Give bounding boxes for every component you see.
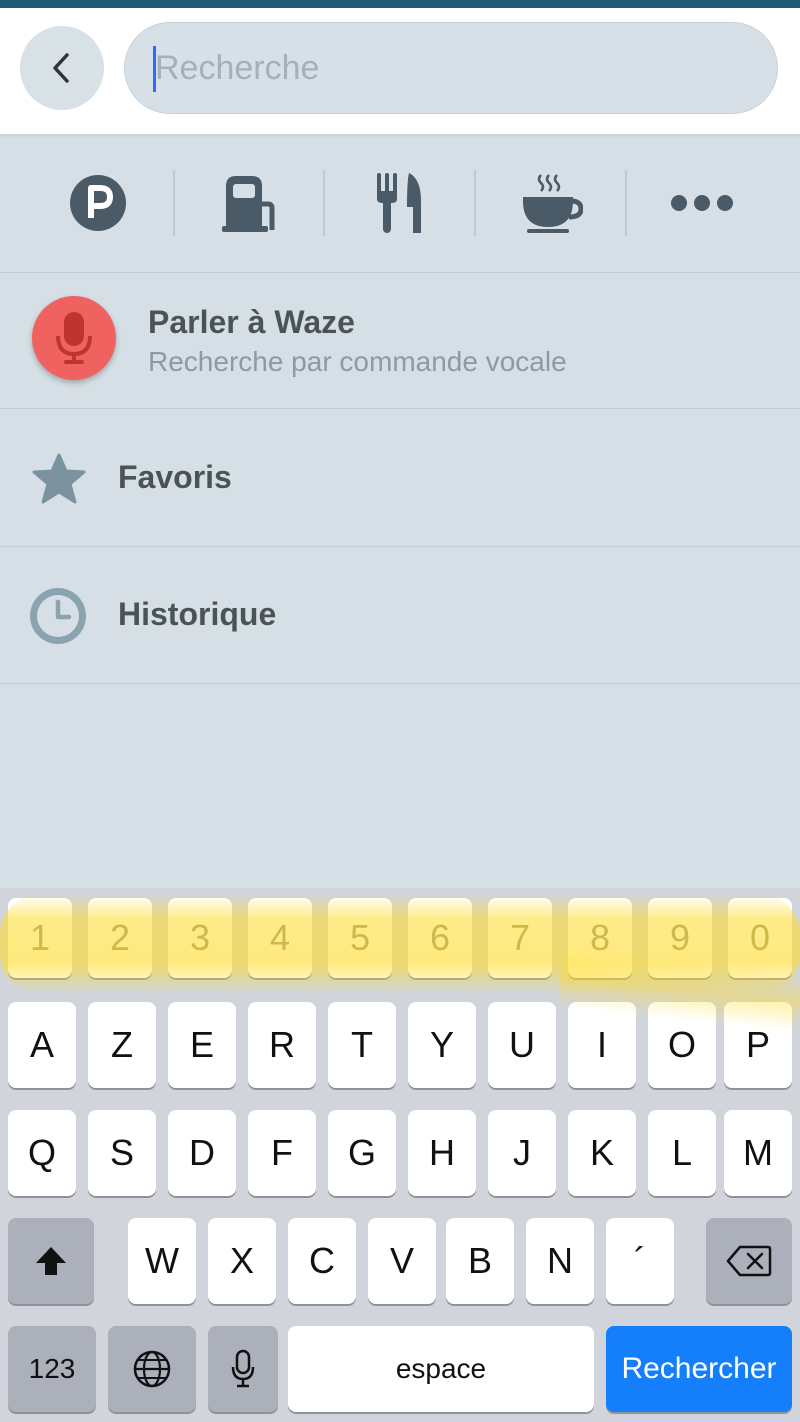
shift-key[interactable]: [8, 1218, 94, 1304]
search-return-key[interactable]: Rechercher: [606, 1326, 792, 1412]
key-z[interactable]: Z: [88, 1002, 156, 1088]
history-row[interactable]: Historique: [0, 546, 800, 684]
key-r[interactable]: R: [248, 1002, 316, 1088]
key-8[interactable]: 8: [568, 898, 632, 978]
category-divider: [474, 170, 476, 236]
key-x[interactable]: X: [208, 1218, 276, 1304]
delete-key[interactable]: [706, 1218, 792, 1304]
key-4[interactable]: 4: [248, 898, 312, 978]
key-a[interactable]: A: [8, 1002, 76, 1088]
category-gas[interactable]: [198, 170, 298, 236]
search-input[interactable]: [155, 23, 735, 113]
key-5[interactable]: 5: [328, 898, 392, 978]
category-food[interactable]: [350, 170, 450, 236]
key-j[interactable]: J: [488, 1110, 556, 1196]
key-t[interactable]: T: [328, 1002, 396, 1088]
category-divider: [625, 170, 627, 236]
voice-search-row[interactable]: Parler à Waze Recherche par commande voc…: [0, 272, 800, 409]
key-b[interactable]: B: [446, 1218, 514, 1304]
voice-title: Parler à Waze: [148, 304, 355, 340]
key-q[interactable]: Q: [8, 1110, 76, 1196]
key-v[interactable]: V: [368, 1218, 436, 1304]
keyboard: 1 2 3 4 5 6 7 8 9 0 A Z E R T Y U I O P …: [0, 888, 800, 1422]
key-7[interactable]: 7: [488, 898, 552, 978]
key-k[interactable]: K: [568, 1110, 636, 1196]
key-u[interactable]: U: [488, 1002, 556, 1088]
key-3[interactable]: 3: [168, 898, 232, 978]
parking-icon: [70, 175, 126, 231]
clock-icon: [30, 588, 86, 644]
category-coffee[interactable]: [502, 170, 602, 236]
search-field[interactable]: [124, 22, 778, 114]
restaurant-icon: [377, 173, 421, 233]
microphone-icon: [231, 1349, 255, 1388]
search-header: [0, 8, 800, 134]
category-parking[interactable]: [48, 170, 148, 236]
key-h[interactable]: H: [408, 1110, 476, 1196]
key-d[interactable]: D: [168, 1110, 236, 1196]
favorites-label: Favoris: [118, 459, 232, 495]
key-g[interactable]: G: [328, 1110, 396, 1196]
category-divider: [323, 170, 325, 236]
key-p[interactable]: P: [724, 1002, 792, 1088]
key-w[interactable]: W: [128, 1218, 196, 1304]
key-c[interactable]: C: [288, 1218, 356, 1304]
key-accent[interactable]: ´: [606, 1218, 674, 1304]
gas-station-icon: [222, 176, 275, 232]
key-9[interactable]: 9: [648, 898, 712, 978]
key-1[interactable]: 1: [8, 898, 72, 978]
key-s[interactable]: S: [88, 1110, 156, 1196]
shift-icon: [36, 1247, 66, 1275]
back-button[interactable]: [20, 26, 104, 110]
space-key[interactable]: espace: [288, 1326, 594, 1412]
favorites-row[interactable]: Favoris: [0, 409, 800, 547]
key-o[interactable]: O: [648, 1002, 716, 1088]
chevron-left-icon: [53, 53, 69, 83]
more-icon: [671, 195, 733, 211]
globe-key[interactable]: [108, 1326, 196, 1412]
backspace-icon: [726, 1245, 772, 1277]
key-f[interactable]: F: [248, 1110, 316, 1196]
voice-button[interactable]: [32, 296, 116, 380]
key-e[interactable]: E: [168, 1002, 236, 1088]
dictation-key[interactable]: [208, 1326, 278, 1412]
globe-icon: [133, 1350, 171, 1388]
category-divider: [173, 170, 175, 236]
microphone-icon: [56, 312, 92, 364]
voice-subtitle: Recherche par commande vocale: [148, 346, 567, 377]
key-l[interactable]: L: [648, 1110, 716, 1196]
numbers-mode-key[interactable]: 123: [8, 1326, 96, 1412]
coffee-icon: [523, 174, 583, 233]
star-icon: [32, 453, 86, 504]
history-label: Historique: [118, 596, 277, 632]
key-0[interactable]: 0: [728, 898, 792, 978]
key-i[interactable]: I: [568, 1002, 636, 1088]
key-n[interactable]: N: [526, 1218, 594, 1304]
key-6[interactable]: 6: [408, 898, 472, 978]
category-bar: [0, 134, 800, 273]
key-2[interactable]: 2: [88, 898, 152, 978]
key-y[interactable]: Y: [408, 1002, 476, 1088]
key-m[interactable]: M: [724, 1110, 792, 1196]
status-strip: [0, 0, 800, 8]
category-more[interactable]: [652, 170, 752, 236]
